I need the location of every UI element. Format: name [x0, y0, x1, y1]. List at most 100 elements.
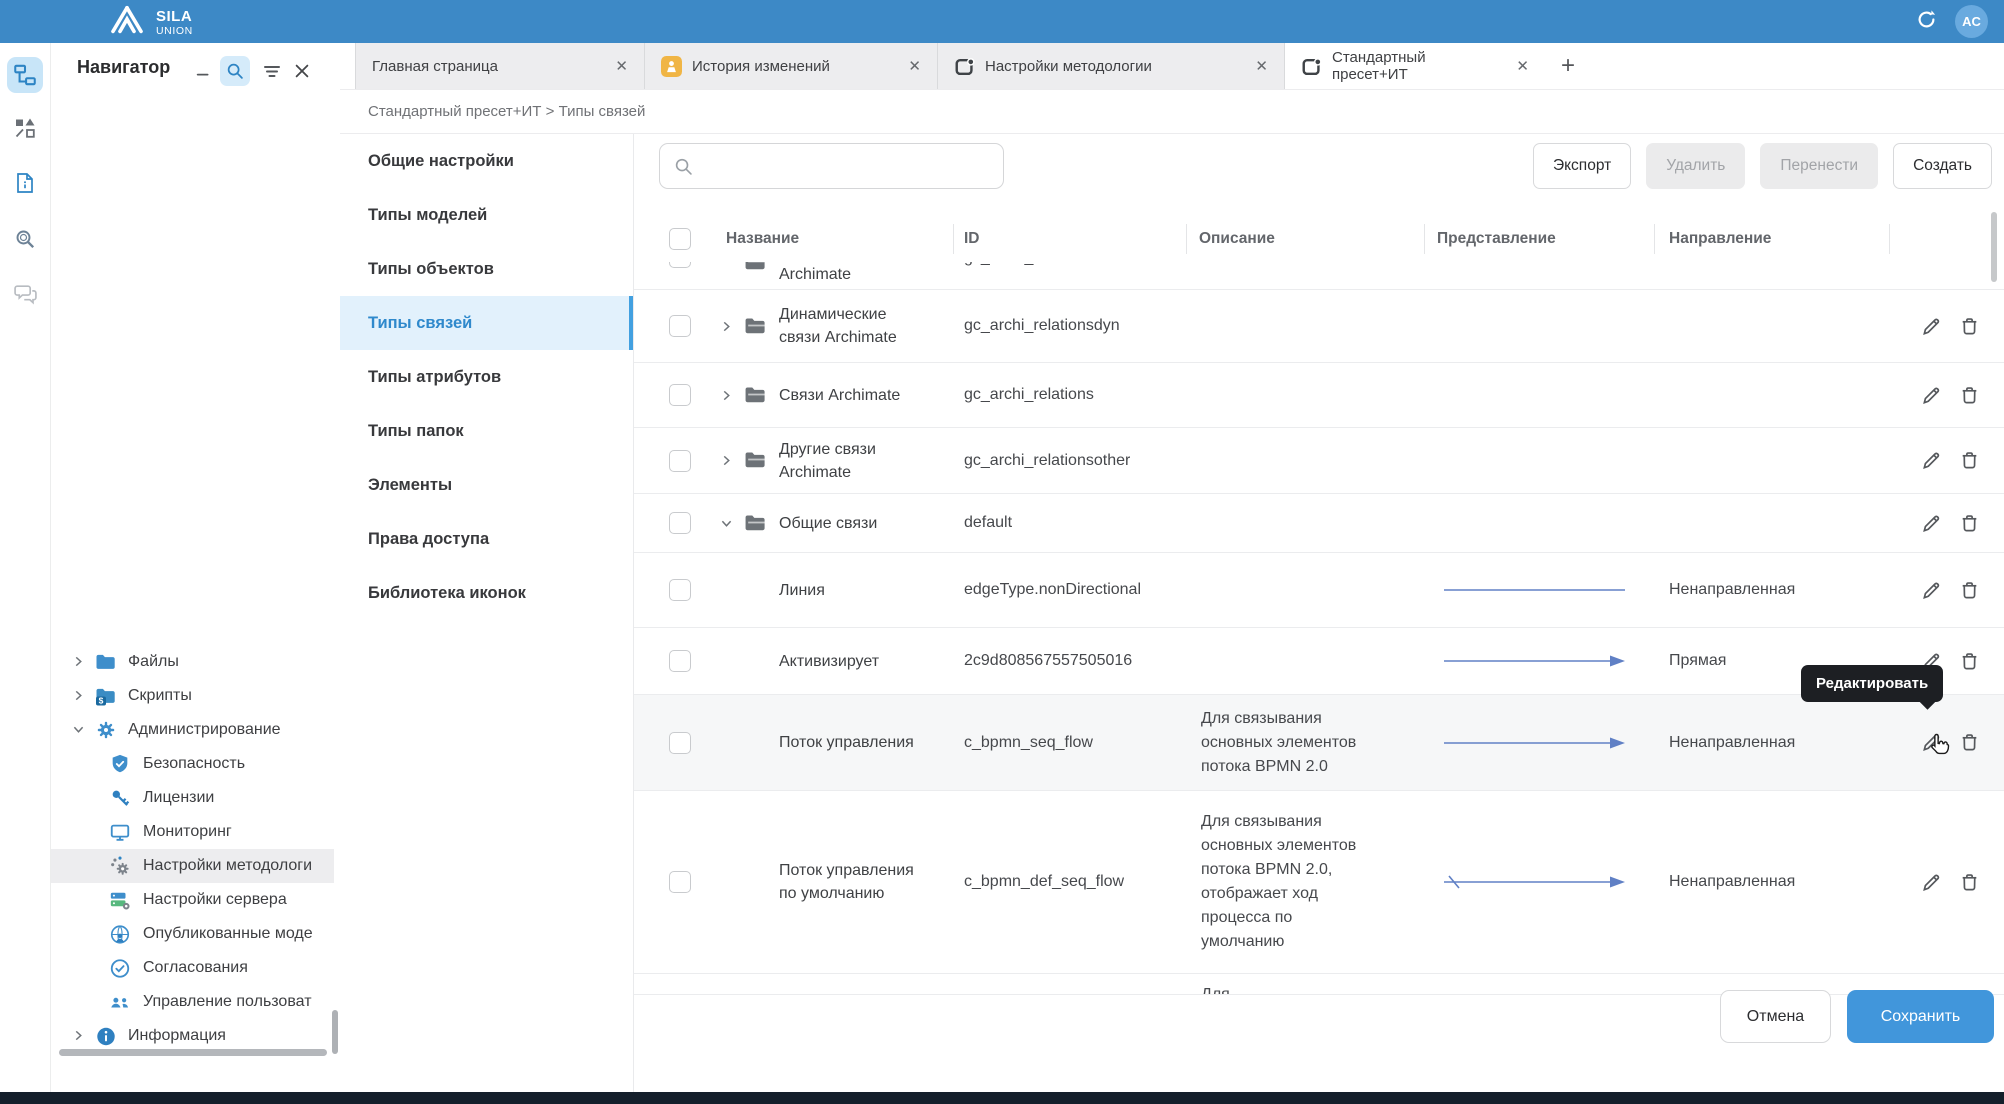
table-row[interactable]: ЛинияedgeType.nonDirectionalНенаправленн… — [634, 553, 2004, 628]
delete-button[interactable] — [1959, 628, 1980, 694]
tree-item[interactable]: Управление пользоват — [51, 985, 334, 1019]
tab[interactable]: Главная страница✕ — [355, 43, 645, 89]
chevron-right-icon[interactable] — [71, 688, 87, 704]
delete-button[interactable] — [1959, 791, 1980, 973]
tab-close-icon[interactable]: ✕ — [1255, 57, 1268, 75]
rail-doc-info-icon[interactable] — [7, 165, 43, 201]
settings-menu-item[interactable]: Общие настройки — [340, 134, 633, 188]
edit-button[interactable] — [1921, 553, 1942, 627]
cancel-button[interactable]: Отмена — [1720, 990, 1831, 1043]
column-header[interactable]: Направление — [1669, 215, 1771, 262]
column-header[interactable]: Название — [726, 215, 799, 262]
row-checkbox[interactable] — [669, 732, 691, 754]
settings-menu-item[interactable]: Типы папок — [340, 404, 633, 458]
tree-item[interactable]: Файлы — [51, 645, 334, 679]
delete-button[interactable] — [1959, 428, 1980, 493]
delete-button[interactable] — [1959, 290, 1980, 362]
row-checkbox[interactable] — [669, 450, 691, 472]
chevron-down-icon[interactable] — [71, 722, 87, 738]
settings-menu-item[interactable]: Типы связей — [340, 296, 633, 350]
column-header[interactable]: Описание — [1199, 215, 1275, 262]
table-search-input[interactable] — [659, 143, 1004, 189]
search-icon[interactable] — [220, 56, 250, 86]
navigator-vertical-scrollbar[interactable] — [332, 1010, 338, 1054]
row-checkbox[interactable] — [669, 384, 691, 406]
table-row[interactable]: Динамические связи Archimategc_archi_rel… — [634, 290, 2004, 363]
column-divider[interactable] — [1654, 224, 1655, 254]
tab-close-icon[interactable]: ✕ — [908, 57, 921, 75]
table-row[interactable]: Поток управленияc_bpmn_seq_flowДля связы… — [634, 695, 2004, 791]
tree-item[interactable]: Настройки сервера — [51, 883, 334, 917]
tree-item[interactable]: Опубликованные моде — [51, 917, 334, 951]
table-row[interactable]: Archimategc_archi_relations — [634, 262, 2004, 290]
chevron-right-icon[interactable] — [71, 654, 87, 670]
settings-menu-item[interactable]: Типы объектов — [340, 242, 633, 296]
row-checkbox[interactable] — [669, 650, 691, 672]
tree-item[interactable]: Согласования — [51, 951, 334, 985]
row-expander[interactable] — [719, 494, 734, 552]
column-divider[interactable] — [1186, 224, 1187, 254]
new-tab-button[interactable]: + — [1545, 43, 1591, 89]
navigator-horizontal-scrollbar[interactable] — [59, 1049, 327, 1056]
edit-button[interactable] — [1921, 428, 1942, 493]
tree-item[interactable]: $Скрипты — [51, 679, 334, 713]
row-expander[interactable] — [719, 363, 734, 427]
refresh-icon[interactable] — [1914, 7, 1939, 37]
delete-button[interactable] — [1959, 363, 1980, 427]
tree-item[interactable]: Администрирование — [51, 713, 334, 747]
tree-item[interactable]: Лицензии — [51, 781, 334, 815]
tab[interactable]: Настройки методологии✕ — [938, 43, 1285, 89]
tab-close-icon[interactable]: ✕ — [1516, 57, 1529, 75]
settings-menu-item[interactable]: Библиотека иконок — [340, 566, 633, 620]
row-expander[interactable] — [719, 290, 734, 362]
rail-hierarchy-icon[interactable] — [7, 57, 43, 93]
table-row[interactable]: Связи Archimategc_archi_relations — [634, 363, 2004, 428]
row-checkbox[interactable] — [669, 262, 691, 268]
row-expander[interactable] — [719, 428, 734, 493]
table-row[interactable]: Активизирует2c9d808567557505016Прямая — [634, 628, 2004, 695]
toolbar-button[interactable]: Создать — [1893, 143, 1992, 189]
table-row[interactable]: Общие связиdefault — [634, 494, 2004, 553]
settings-menu-item[interactable]: Типы моделей — [340, 188, 633, 242]
tree-item[interactable]: Мониторинг — [51, 815, 334, 849]
row-checkbox[interactable] — [669, 315, 691, 337]
toolbar-button[interactable]: Экспорт — [1533, 143, 1631, 189]
minimize-icon[interactable] — [189, 56, 219, 86]
close-icon[interactable] — [287, 56, 317, 86]
toolbar-button[interactable]: Перенести — [1760, 143, 1878, 189]
table-row[interactable]: Поток управления по умолчаниюc_bpmn_def_… — [634, 791, 2004, 974]
edit-button[interactable] — [1921, 363, 1942, 427]
tab[interactable]: История изменений✕ — [645, 43, 938, 89]
tree-item[interactable]: Безопасность — [51, 747, 334, 781]
rail-shapes-icon[interactable] — [7, 110, 43, 146]
filter-icon[interactable] — [257, 56, 287, 86]
settings-menu-item[interactable]: Типы атрибутов — [340, 350, 633, 404]
tab-close-icon[interactable]: ✕ — [615, 57, 628, 75]
toolbar-button[interactable]: Удалить — [1646, 143, 1745, 189]
chevron-right-icon[interactable] — [71, 1028, 87, 1044]
delete-button[interactable] — [1959, 553, 1980, 627]
delete-button[interactable] — [1959, 695, 1980, 790]
column-header[interactable]: Представление — [1437, 215, 1556, 262]
column-divider[interactable] — [1424, 224, 1425, 254]
row-checkbox[interactable] — [669, 579, 691, 601]
rail-chat-icon[interactable] — [7, 276, 43, 312]
rail-search-icon[interactable] — [7, 221, 43, 257]
select-all-checkbox[interactable] — [669, 228, 691, 250]
column-header[interactable]: ID — [964, 215, 980, 262]
tab[interactable]: Стандартный пресет+ИТ✕ — [1285, 43, 1545, 89]
settings-menu-item[interactable]: Элементы — [340, 458, 633, 512]
edit-button[interactable] — [1921, 494, 1942, 552]
edit-button[interactable] — [1921, 290, 1942, 362]
tree-item[interactable]: Информация — [51, 1019, 334, 1053]
column-divider[interactable] — [1889, 224, 1890, 254]
settings-menu-item[interactable]: Права доступа — [340, 512, 633, 566]
tree-item[interactable]: Настройки методологи — [51, 849, 334, 883]
column-divider[interactable] — [953, 224, 954, 254]
edit-button[interactable] — [1921, 791, 1942, 973]
table-vertical-scrollbar[interactable] — [1991, 212, 1997, 282]
row-checkbox[interactable] — [669, 512, 691, 534]
row-checkbox[interactable] — [669, 871, 691, 893]
delete-button[interactable] — [1959, 494, 1980, 552]
table-row[interactable]: Другие связи Archimategc_archi_relations… — [634, 428, 2004, 494]
